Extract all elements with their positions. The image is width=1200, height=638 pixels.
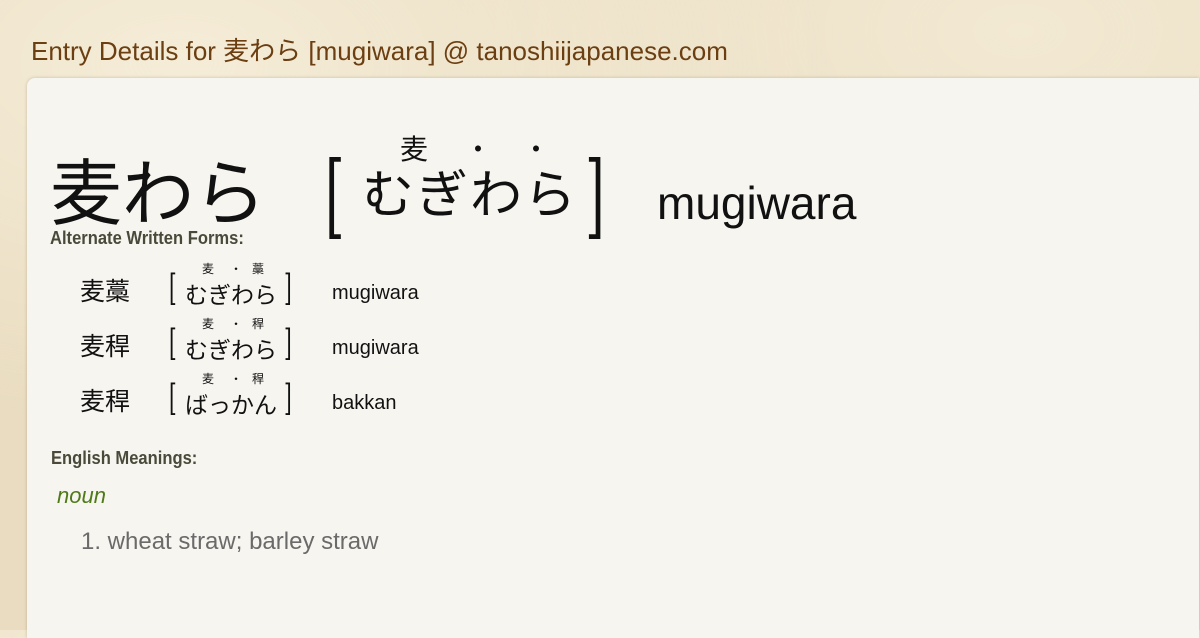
reading-open-bracket: [ <box>325 142 345 249</box>
meaning-item: 1. wheat straw; barley straw <box>81 528 379 555</box>
alternate-close-bracket: ] <box>284 323 292 364</box>
alternate-ruby: ・ <box>230 317 243 331</box>
site-title: Entry Details for 麦わら [mugiwara] @ tanos… <box>31 36 728 66</box>
alternate-reading: むぎわら <box>185 283 277 309</box>
reading-close-bracket: ] <box>585 142 605 249</box>
alternate-kanji: 麦稈 <box>80 332 131 361</box>
reading-ruby: ・ <box>522 133 551 166</box>
alternate-open-bracket: [ <box>169 268 177 309</box>
english-meanings-heading: English Meanings: <box>51 448 198 468</box>
entry-word: 麦わら <box>50 152 267 236</box>
alternate-romaji: bakkan <box>332 392 397 414</box>
alternate-romaji: mugiwara <box>332 337 419 359</box>
alternate-form-row: 麦藁 [ 麦 ・ 藁 むぎわら ] mugiwara <box>80 260 580 310</box>
alternate-ruby: ・ <box>230 372 243 386</box>
entry-reading: むぎわら <box>362 166 579 226</box>
alternate-forms-heading: Alternate Written Forms: <box>50 228 244 248</box>
alternate-form-row: 麦稈 [ 麦 ・ 稈 むぎわら ] mugiwara <box>80 315 580 365</box>
alternate-ruby: 稈 <box>252 317 265 331</box>
alternate-close-bracket: ] <box>284 268 292 309</box>
reading-ruby: 麦 <box>400 133 429 166</box>
entry-romaji: mugiwara <box>657 177 857 229</box>
alternate-close-bracket: ] <box>284 378 292 419</box>
alternate-ruby: 稈 <box>252 372 265 386</box>
alternate-reading: ばっかん <box>185 393 277 419</box>
alternate-ruby: 麦 <box>202 262 215 276</box>
reading-ruby: ・ <box>464 133 493 166</box>
alternate-ruby: 麦 <box>202 317 215 331</box>
alternate-romaji: mugiwara <box>332 282 419 304</box>
part-of-speech: noun <box>57 483 106 508</box>
alternate-ruby: 麦 <box>202 372 215 386</box>
alternate-open-bracket: [ <box>169 323 177 364</box>
alternate-form-row: 麦稈 [ 麦 ・ 稈 ばっかん ] bakkan <box>80 370 580 420</box>
alternate-reading: むぎわら <box>185 338 277 364</box>
alternate-kanji: 麦稈 <box>80 387 131 416</box>
alternate-ruby: 藁 <box>252 262 265 276</box>
entry-card: 麦わら [ 麦 ・ ・ むぎわら ] mugiwara Alternate Wr… <box>27 78 1199 638</box>
alternate-kanji: 麦藁 <box>80 277 131 306</box>
alternate-ruby: ・ <box>230 262 243 276</box>
alternate-open-bracket: [ <box>169 378 177 419</box>
